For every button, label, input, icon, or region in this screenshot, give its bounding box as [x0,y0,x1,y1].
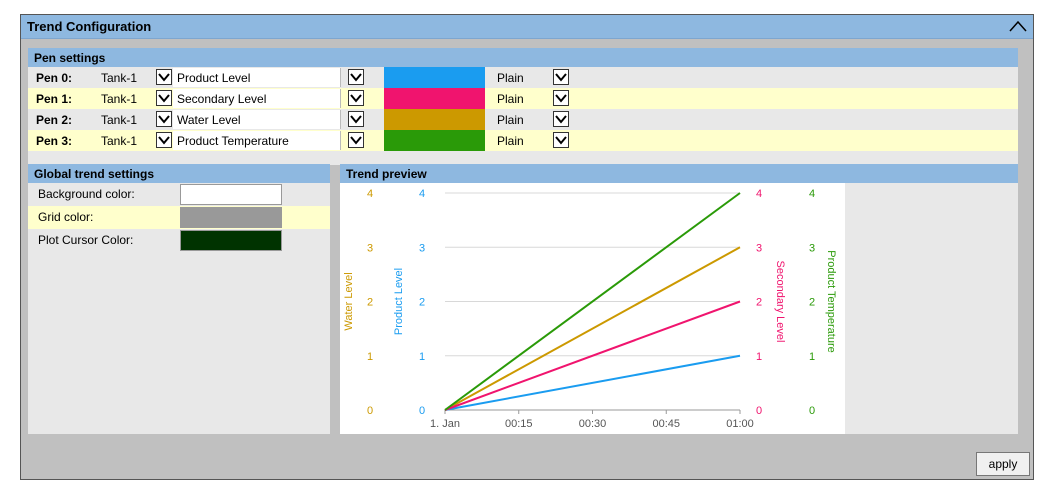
y-tick-label: 3 [367,242,373,254]
y-axis-title: Product Temperature [825,250,837,353]
pen-source: Tank-1 [101,92,138,106]
chevron-up-icon[interactable] [1009,18,1027,34]
plot-cursor-color-label: Plot Cursor Color: [38,233,134,247]
grid-color-label: Grid color: [38,210,94,224]
pen-label: Pen 2: [36,113,73,127]
style-dropdown-chevron-down-icon[interactable] [553,111,569,127]
source-dropdown-chevron-down-icon[interactable] [156,111,172,127]
grid-color-swatch[interactable] [180,207,282,228]
x-tick-label: 00:45 [652,418,680,430]
style-dropdown-chevron-down-icon[interactable] [553,90,569,106]
global-settings-title: Global trend settings [28,164,330,183]
background-color-row: Background color: [28,183,330,206]
source-dropdown-chevron-down-icon[interactable] [156,90,172,106]
y-tick-label: 4 [756,188,762,200]
pen-tag: Product Level [177,71,251,85]
x-tick-label: 1. Jan [430,418,460,430]
pen-color-swatch[interactable] [384,88,485,109]
pen-tag-field[interactable]: Secondary Level [156,89,341,108]
pen-tag: Product Temperature [177,134,289,148]
y-tick-label: 0 [367,405,373,417]
pen-tag-field[interactable]: Product Temperature [156,131,341,150]
pen-row: Pen 2: Tank-1 Water Level Plain [28,109,1018,130]
tag-dropdown-chevron-down-icon[interactable] [348,111,364,127]
tag-dropdown-chevron-down-icon[interactable] [348,69,364,85]
y-tick-label: 2 [419,297,425,309]
pen-color-swatch[interactable] [384,67,485,88]
series-line [444,246,741,411]
source-dropdown-chevron-down-icon[interactable] [156,69,172,85]
pen-source: Tank-1 [101,113,138,127]
y-axis-title: Secondary Level [774,261,786,343]
y-tick-label: 3 [419,242,425,254]
y-axis-title: Product Level [393,268,405,335]
pen-style: Plain [497,113,524,127]
pen-row: Pen 1: Tank-1 Secondary Level Plain [28,88,1018,109]
trend-preview-title: Trend preview [340,164,1018,183]
y-tick-label: 4 [419,188,425,200]
pen-style: Plain [497,71,524,85]
pen-row: Pen 3: Tank-1 Product Temperature Plain [28,130,1018,151]
pen-label: Pen 0: [36,71,73,85]
background-color-label: Background color: [38,187,135,201]
trend-preview-panel: Trend preview 1. Jan 00:15 00:30 00:45 01:00… [340,164,1018,434]
plot-cursor-color-swatch[interactable] [180,230,282,251]
y-tick-label: 2 [756,297,762,309]
pen-tag: Water Level [177,113,241,127]
apply-button[interactable]: apply [976,452,1030,476]
y-tick-label: 1 [367,351,373,363]
plot-cursor-color-row: Plot Cursor Color: [28,229,330,252]
y-tick-label: 4 [367,188,373,200]
pen-tag: Secondary Level [177,92,267,106]
tag-dropdown-chevron-down-icon[interactable] [348,90,364,106]
style-dropdown-chevron-down-icon[interactable] [553,132,569,148]
y-tick-label: 1 [419,351,425,363]
y-tick-label: 1 [756,351,762,363]
grid-color-row: Grid color: [28,206,330,229]
y-tick-label: 4 [809,188,815,200]
title-bar: Trend Configuration [21,15,1033,39]
y-tick-label: 3 [809,242,815,254]
style-dropdown-chevron-down-icon[interactable] [553,69,569,85]
pen-label: Pen 1: [36,92,73,106]
x-tick-label: 01:00 [726,418,754,430]
pen-source: Tank-1 [101,71,138,85]
background-color-swatch[interactable] [180,184,282,205]
pen-row: Pen 0: Tank-1 Product Level Plain [28,67,1018,88]
pen-settings-panel: Pen settings Pen 0: Tank-1 Product Level Pl… [28,48,1018,165]
pen-tag-field[interactable]: Product Level [156,68,341,87]
x-tick-label: 00:15 [505,418,533,430]
trend-configuration-window: Trend Configuration Pen settings Pen 0: T… [20,14,1034,480]
y-tick-label: 3 [756,242,762,254]
global-trend-settings-panel: Global trend settings Background color: … [28,164,330,434]
trend-chart-area: 1. Jan 00:15 00:30 00:45 01:00 0 1 2 3 4 Product L… [340,183,845,434]
pen-color-swatch[interactable] [384,109,485,130]
y-tick-label: 0 [756,405,762,417]
y-tick-label: 2 [809,297,815,309]
y-axis-title: Water Level [343,272,355,330]
y-tick-label: 1 [809,351,815,363]
source-dropdown-chevron-down-icon[interactable] [156,132,172,148]
pen-label: Pen 3: [36,134,73,148]
x-tick-label: 00:30 [579,418,607,430]
tag-dropdown-chevron-down-icon[interactable] [348,132,364,148]
pen-color-swatch[interactable] [384,130,485,151]
pen-style: Plain [497,92,524,106]
y-tick-label: 0 [809,405,815,417]
y-tick-label: 2 [367,297,373,309]
pen-tag-field[interactable]: Water Level [156,110,341,129]
series-line [444,354,741,411]
trend-chart: 1. Jan 00:15 00:30 00:45 01:0001234Product L… [343,188,837,430]
pen-settings-title: Pen settings [28,48,1018,67]
pen-style: Plain [497,134,524,148]
y-tick-label: 0 [419,405,425,417]
pen-source: Tank-1 [101,134,138,148]
window-title: Trend Configuration [27,19,152,34]
